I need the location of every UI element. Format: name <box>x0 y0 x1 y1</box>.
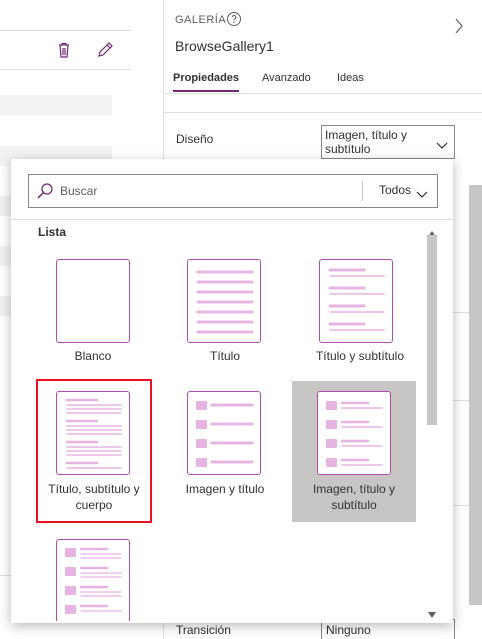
chevron-down-icon <box>416 186 428 198</box>
filter-dropdown[interactable]: Todos <box>372 175 436 207</box>
design-label: Diseño <box>176 132 214 146</box>
tab-ideas[interactable]: Ideas <box>337 72 364 84</box>
filter-dropdown-value: Todos <box>379 183 412 197</box>
layout-option-title-subtitle-body[interactable]: Título, subtítulo y cuerpo <box>36 379 152 523</box>
layout-thumbnail <box>56 391 130 475</box>
tab-advanced[interactable]: Avanzado <box>262 72 311 84</box>
panel-tabs: Propiedades Avanzado Ideas <box>164 70 482 94</box>
layout-thumbnail <box>56 539 130 621</box>
trash-icon[interactable] <box>54 40 74 60</box>
help-icon[interactable] <box>226 11 242 27</box>
edit-icon[interactable] <box>95 40 115 60</box>
control-name: BrowseGallery1 <box>175 38 274 54</box>
scroll-down-icon[interactable] <box>428 605 436 618</box>
layout-option-label: Blanco <box>74 349 112 363</box>
layout-option-image-title-subtitle-body[interactable] <box>37 531 149 621</box>
search-input[interactable] <box>60 179 330 203</box>
layout-option-label: Imagen, título y subtítulo <box>312 482 396 512</box>
transition-label: Transición <box>176 623 231 637</box>
layout-option-title-subtitle[interactable]: Título y subtítulo <box>300 249 420 369</box>
chevron-down-icon <box>436 137 448 149</box>
divider <box>11 219 453 220</box>
divider <box>164 112 482 113</box>
layout-thumbnail <box>319 259 393 343</box>
layout-thumbnail <box>56 259 130 343</box>
section-title: Lista <box>38 225 67 239</box>
layout-option-blank[interactable]: Blanco <box>37 249 149 369</box>
layout-option-label: Imagen y título <box>185 482 265 496</box>
design-dropdown[interactable]: Imagen, título y subtítulo <box>321 125 455 159</box>
layout-thumbnail <box>187 259 261 343</box>
layout-option-image-title[interactable]: Imagen y título <box>164 381 286 521</box>
flyout-scrollbar[interactable] <box>425 220 439 618</box>
layout-thumbnail <box>187 391 261 475</box>
gallery-item-placeholder <box>0 95 112 115</box>
scroll-up-icon[interactable] <box>428 224 436 237</box>
panel-scrollbar[interactable] <box>469 185 482 605</box>
layout-option-label: Título <box>209 349 240 363</box>
search-box: Todos <box>28 174 438 208</box>
tab-properties[interactable]: Propiedades <box>173 72 240 92</box>
layout-option-title[interactable]: Título <box>164 249 286 369</box>
chevron-right-icon[interactable] <box>453 16 465 36</box>
layout-thumbnail <box>317 391 391 475</box>
design-dropdown-value: Imagen, título y subtítulo <box>325 128 408 156</box>
divider <box>362 181 363 201</box>
scrollbar-thumb[interactable] <box>427 235 437 425</box>
gallery-toolbar <box>0 30 131 70</box>
layout-option-image-title-subtitle[interactable]: Imagen, título y subtítulo <box>292 381 416 522</box>
layout-option-label: Título y subtítulo <box>315 349 405 363</box>
control-type-label: GALERÍA <box>175 14 227 26</box>
layout-option-label: Título, subtítulo y cuerpo <box>48 482 140 512</box>
transition-dropdown-value: Ninguno <box>326 623 371 637</box>
search-icon <box>36 182 54 200</box>
layout-flyout: Todos Lista Blanco Título <box>11 159 453 623</box>
